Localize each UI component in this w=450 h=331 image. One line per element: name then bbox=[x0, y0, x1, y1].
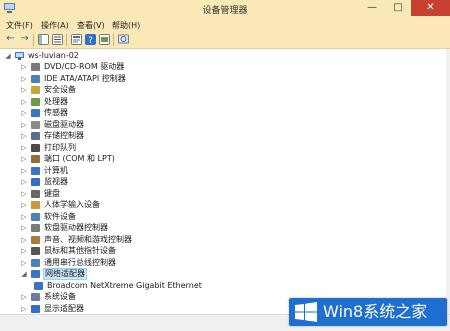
tree-item-label: 安全设备 bbox=[44, 85, 76, 94]
expand-toggle[interactable]: ▷ bbox=[20, 154, 28, 164]
hid-icon bbox=[31, 201, 40, 209]
tree-item-label: 键盘 bbox=[44, 188, 60, 198]
collapse-toggle[interactable]: ◢ bbox=[20, 269, 28, 279]
usb-icon bbox=[31, 258, 40, 267]
expand-toggle[interactable]: ▷ bbox=[20, 85, 28, 95]
help-icon[interactable]: ? bbox=[85, 34, 96, 45]
show-hide-tree-icon[interactable] bbox=[38, 34, 49, 45]
tree-item-label: 传感器 bbox=[44, 108, 68, 117]
system-device-icon bbox=[31, 293, 40, 301]
expand-toggle[interactable]: ▷ bbox=[20, 258, 28, 268]
expand-toggle[interactable]: ▷ bbox=[20, 177, 28, 187]
tree-item-label: 计算机 bbox=[44, 165, 68, 175]
tree-item-label: 存储控制器 bbox=[44, 131, 84, 140]
windows-logo-icon bbox=[295, 302, 317, 322]
storage-controller-icon bbox=[31, 132, 40, 140]
expand-toggle[interactable]: ▷ bbox=[20, 97, 28, 107]
menu-action[interactable]: 操作(A) bbox=[41, 20, 69, 31]
back-button[interactable]: ← bbox=[5, 33, 16, 44]
expand-toggle[interactable]: ▷ bbox=[20, 108, 28, 118]
tree-item-label: 网络适配器 bbox=[43, 268, 87, 280]
menu-help[interactable]: 帮助(H) bbox=[112, 20, 140, 31]
expand-toggle[interactable]: ◢ bbox=[4, 51, 12, 61]
device-manager-window: 设备管理器 — □ ✕ 文件(F) 操作(A) 查看(V) 帮助(H) ← → … bbox=[0, 0, 450, 331]
update-driver-icon[interactable] bbox=[99, 34, 110, 45]
device-tree: ◢ ws-luvian-02 ▷ DVD/CD-ROM 驱动器 ▷ IDE ATA/A… bbox=[0, 49, 446, 314]
toolbar-separator bbox=[66, 34, 67, 46]
expand-toggle[interactable]: ▷ bbox=[20, 131, 28, 141]
tree-item-label: DVD/CD-ROM 驱动器 bbox=[44, 62, 125, 71]
toolbar-separator bbox=[33, 34, 34, 46]
floppy-controller-icon bbox=[31, 224, 40, 232]
tree-item-label: 人体学输入设备 bbox=[44, 200, 100, 209]
tree-item-label: 通用串行总线控制器 bbox=[44, 257, 116, 267]
processor-icon bbox=[31, 97, 40, 106]
vertical-scrollbar[interactable] bbox=[446, 49, 450, 314]
sound-icon bbox=[31, 235, 40, 244]
keyboard-icon bbox=[31, 189, 40, 198]
expand-toggle[interactable]: ▷ bbox=[20, 212, 28, 222]
tree-item-label: 显示适配器 bbox=[44, 303, 84, 313]
watermark-text: Win8系统之家 bbox=[323, 302, 428, 321]
tree-item-label: 监视器 bbox=[44, 177, 68, 186]
network-adapter-icon bbox=[31, 270, 40, 278]
sensor-icon bbox=[31, 109, 40, 117]
tree-item-label: 软件设备 bbox=[44, 211, 76, 221]
forward-button[interactable]: → bbox=[19, 33, 30, 44]
expand-toggle[interactable]: ▷ bbox=[20, 223, 28, 233]
list-view-icon[interactable] bbox=[52, 34, 63, 45]
ide-controller-icon bbox=[31, 74, 40, 83]
expand-toggle[interactable]: ▷ bbox=[20, 120, 28, 130]
scan-hardware-icon[interactable] bbox=[118, 34, 129, 45]
svg-text:?: ? bbox=[88, 36, 93, 45]
expand-toggle[interactable]: ▷ bbox=[20, 74, 28, 84]
expand-toggle[interactable]: ▷ bbox=[20, 143, 28, 153]
expand-toggle[interactable]: ▷ bbox=[20, 304, 28, 314]
tree-item-label: 软盘驱动器控制器 bbox=[44, 223, 108, 232]
dvd-icon bbox=[31, 63, 40, 71]
menu-bar: 文件(F) 操作(A) 查看(V) 帮助(H) bbox=[0, 17, 450, 32]
software-device-icon bbox=[31, 212, 40, 221]
display-adapter-icon bbox=[31, 304, 40, 313]
tree-item-label: Broadcom NetXtreme Gigabit Ethernet bbox=[47, 280, 202, 290]
network-card-icon bbox=[34, 281, 43, 290]
expand-toggle[interactable]: ▷ bbox=[20, 246, 28, 256]
tree-item-label: 鼠标和其他指针设备 bbox=[44, 246, 116, 255]
computer-icon bbox=[31, 166, 40, 175]
tree-item-label: 处理器 bbox=[44, 96, 68, 106]
menu-view[interactable]: 查看(V) bbox=[77, 20, 105, 31]
tree-item-label: 系统设备 bbox=[44, 292, 76, 301]
expand-toggle[interactable]: ▷ bbox=[20, 292, 28, 302]
toolbar-separator bbox=[113, 34, 114, 46]
maximize-button[interactable]: □ bbox=[385, 0, 411, 16]
close-button[interactable]: ✕ bbox=[411, 0, 450, 16]
menu-file[interactable]: 文件(F) bbox=[6, 20, 33, 31]
tree-root-label: ws-luvian-02 bbox=[28, 51, 79, 60]
port-icon bbox=[31, 155, 40, 163]
expand-toggle[interactable]: ▷ bbox=[20, 62, 28, 72]
tree-item-label: 打印队列 bbox=[44, 142, 76, 152]
expand-toggle[interactable]: ▷ bbox=[20, 235, 28, 245]
mouse-icon bbox=[31, 247, 40, 255]
computer-icon bbox=[15, 52, 24, 60]
monitor-icon bbox=[31, 178, 40, 186]
properties-icon[interactable] bbox=[71, 34, 82, 45]
tree-item-label: 端口 (COM 和 LPT) bbox=[44, 154, 115, 163]
security-device-icon bbox=[31, 86, 40, 94]
expand-toggle[interactable]: ▷ bbox=[20, 200, 28, 210]
expand-toggle[interactable]: ▷ bbox=[20, 166, 28, 176]
watermark-badge: Win8系统之家 bbox=[289, 298, 447, 326]
tree-item-label: 声音、视频和游戏控制器 bbox=[44, 234, 132, 244]
expand-toggle[interactable]: ▷ bbox=[20, 189, 28, 199]
toolbar: ← → ? bbox=[0, 32, 450, 49]
tree-item-label: 磁盘驱动器 bbox=[44, 119, 84, 129]
minimize-button[interactable]: — bbox=[359, 0, 385, 16]
printer-icon bbox=[31, 143, 40, 152]
title-bar: 设备管理器 — □ ✕ bbox=[0, 0, 450, 17]
disk-drive-icon bbox=[31, 120, 40, 129]
tree-item-label: IDE ATA/ATAPI 控制器 bbox=[44, 73, 126, 83]
